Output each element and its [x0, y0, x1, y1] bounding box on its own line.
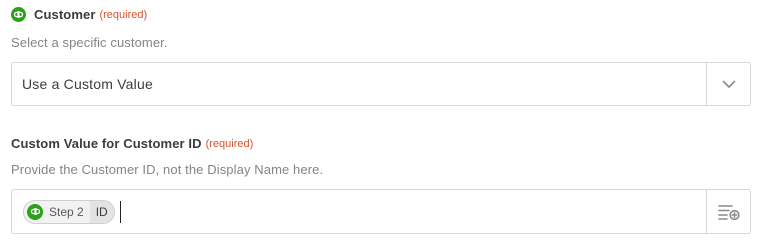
- customer-label-row: Customer (required): [11, 7, 147, 22]
- customer-help-text: Select a specific customer.: [11, 35, 168, 50]
- custom-id-input[interactable]: Step 2 ID: [11, 189, 751, 234]
- quickbooks-icon: [27, 203, 43, 220]
- custom-id-help-text: Provide the Customer ID, not the Display…: [11, 162, 324, 177]
- customer-field: Customer (required) Select a specific cu…: [0, 0, 762, 120]
- custom-id-label: Custom Value for Customer ID: [11, 136, 202, 151]
- required-indicator: (required): [99, 8, 148, 21]
- custom-id-field: Custom Value for Customer ID (required) …: [0, 128, 762, 246]
- text-cursor: [119, 200, 121, 223]
- customer-select-value[interactable]: Use a Custom Value: [12, 63, 706, 105]
- required-indicator: (required): [205, 137, 254, 150]
- customer-select[interactable]: Use a Custom Value: [11, 62, 751, 106]
- step-token-field: ID: [89, 200, 114, 223]
- custom-id-input-area[interactable]: Step 2 ID: [12, 190, 706, 233]
- step-token-source: Step 2: [24, 201, 90, 223]
- custom-id-label-row: Custom Value for Customer ID (required): [11, 136, 253, 151]
- step-token-pill[interactable]: Step 2 ID: [23, 199, 115, 224]
- step-token-step: Step 2: [49, 204, 84, 219]
- chevron-down-icon: [722, 80, 735, 88]
- customer-select-toggle[interactable]: [706, 63, 750, 105]
- insert-data-icon: [717, 204, 740, 220]
- insert-data-button[interactable]: [706, 190, 750, 233]
- quickbooks-icon: [11, 7, 26, 22]
- customer-label: Customer: [34, 7, 96, 22]
